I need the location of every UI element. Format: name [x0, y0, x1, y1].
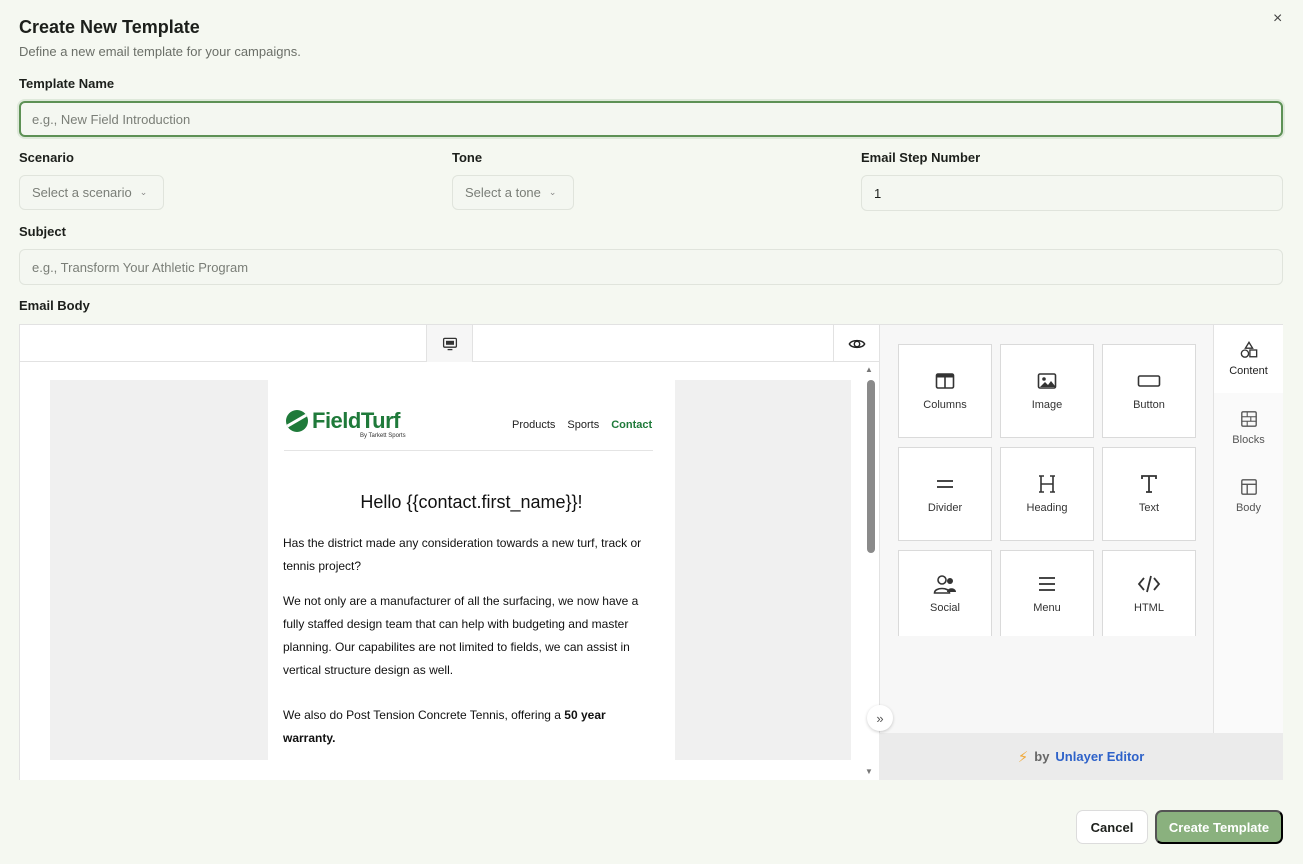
scenario-label: Scenario: [19, 150, 74, 165]
tool-text[interactable]: Text: [1102, 447, 1196, 541]
tone-label: Tone: [452, 150, 483, 165]
canvas-gutter-right: [675, 380, 851, 760]
tool-label: Columns: [923, 399, 967, 411]
blocks-icon: [1240, 411, 1257, 427]
tool-label: Social: [930, 601, 960, 614]
image-icon: [1037, 373, 1057, 389]
tools-panel: Columns Image Button Divider Heading Tex…: [879, 325, 1213, 733]
email-body-label: Email Body: [19, 298, 90, 313]
scroll-up-arrow-icon[interactable]: ▲: [865, 365, 873, 374]
email-step-label: Email Step Number: [861, 150, 981, 165]
create-template-button[interactable]: Create Template: [1155, 810, 1283, 844]
tool-image[interactable]: Image: [1000, 344, 1094, 438]
logo-subtext: By Tarkett Sports: [360, 433, 406, 439]
monitor-icon: [442, 337, 457, 350]
scroll-down-arrow-icon[interactable]: ▼: [865, 767, 873, 776]
powered-by-text: by: [1034, 749, 1050, 764]
tab-content[interactable]: Content: [1214, 325, 1283, 393]
tab-label: Body: [1235, 502, 1262, 514]
tab-label: Blocks: [1232, 434, 1265, 446]
chevron-down-icon: ⌄: [139, 187, 148, 197]
email-nav-contact[interactable]: Contact: [611, 419, 652, 431]
create-template-dialog: × Create New Template Define a new email…: [0, 0, 1303, 864]
tool-label: Heading: [1026, 502, 1068, 514]
tool-label: Menu: [1033, 601, 1061, 614]
scrollbar-thumb[interactable]: [867, 380, 875, 553]
tone-value: Select a tone: [465, 185, 541, 200]
lightning-icon: ⚡: [1017, 748, 1029, 766]
powered-by-bar: ⚡ by Unlayer Editor: [879, 733, 1283, 780]
template-name-label: Template Name: [19, 76, 115, 91]
tool-menu[interactable]: Menu: [1000, 550, 1094, 636]
tool-divider[interactable]: Divider: [898, 447, 992, 541]
fieldturf-logo: FieldTurf: [286, 408, 400, 434]
email-paragraph-2: We not only are a manufacturer of all th…: [283, 594, 639, 677]
tone-select[interactable]: Select a tone ⌄: [452, 175, 574, 210]
tool-heading[interactable]: Heading: [1000, 447, 1094, 541]
tool-label: HTML: [1134, 601, 1164, 614]
template-name-input[interactable]: e.g., New Field Introduction: [19, 101, 1283, 137]
email-content[interactable]: FieldTurf By Tarkett Sports Products Spo…: [268, 380, 675, 780]
tab-body[interactable]: Body: [1214, 462, 1283, 530]
scenario-select[interactable]: Select a scenario ⌄: [19, 175, 164, 210]
email-paragraph-3-text: We also do Post Tension Concrete Tennis,…: [283, 708, 565, 722]
logo-text: FieldTurf: [312, 408, 400, 433]
menu-icon: [1039, 576, 1055, 591]
heading-icon: [1039, 475, 1055, 493]
preview-button[interactable]: [833, 325, 879, 362]
email-paragraph-1: Has the district made any consideration …: [283, 536, 642, 573]
desktop-view-button[interactable]: [426, 325, 473, 362]
email-editor: FieldTurf By Tarkett Sports Products Spo…: [19, 324, 1283, 780]
social-icon: [933, 574, 956, 594]
tool-label: Divider: [927, 502, 963, 514]
chevron-down-icon: ⌄: [548, 187, 557, 197]
button-icon: [1137, 375, 1161, 387]
tab-blocks[interactable]: Blocks: [1214, 394, 1283, 462]
tool-label: Button: [1133, 399, 1165, 411]
body-layout-icon: [1240, 479, 1257, 495]
subject-label: Subject: [19, 224, 66, 239]
shapes-icon: [1240, 341, 1257, 358]
close-icon[interactable]: ×: [1273, 10, 1282, 28]
tool-html[interactable]: HTML: [1102, 550, 1196, 636]
email-nav-sports[interactable]: Sports: [567, 419, 599, 431]
collapse-panel-button[interactable]: »: [867, 705, 893, 731]
fieldturf-mark-icon: [286, 410, 308, 432]
double-chevron-right-icon: »: [876, 710, 884, 726]
tab-label: Content: [1229, 365, 1268, 377]
tool-label: Text: [1138, 502, 1160, 514]
email-paragraph-3: We also do Post Tension Concrete Tennis,…: [283, 704, 653, 750]
eye-icon: [848, 339, 865, 348]
email-divider: [284, 450, 653, 451]
email-nav: Products Sports Contact: [512, 419, 652, 431]
dialog-subtitle: Define a new email template for your cam…: [19, 44, 301, 59]
text-icon: [1141, 475, 1157, 493]
unlayer-link[interactable]: Unlayer Editor: [1055, 749, 1144, 764]
columns-icon: [935, 373, 955, 389]
editor-canvas[interactable]: FieldTurf By Tarkett Sports Products Spo…: [20, 362, 879, 780]
email-nav-products[interactable]: Products: [512, 419, 555, 431]
email-greeting: Hello {{contact.first_name}}!: [360, 492, 583, 512]
email-step-input[interactable]: 1: [861, 175, 1283, 211]
canvas-gutter-left: [50, 380, 268, 760]
tool-social[interactable]: Social: [898, 550, 992, 636]
tool-button[interactable]: Button: [1102, 344, 1196, 438]
scenario-value: Select a scenario: [32, 185, 132, 200]
html-icon: [1137, 575, 1161, 592]
subject-input[interactable]: e.g., Transform Your Athletic Program: [19, 249, 1283, 285]
editor-toolbar: [20, 325, 879, 362]
cancel-button[interactable]: Cancel: [1076, 810, 1148, 844]
divider-icon: [937, 480, 953, 488]
tool-columns[interactable]: Columns: [898, 344, 992, 438]
tool-label: Image: [1031, 399, 1063, 411]
dialog-title: Create New Template: [19, 17, 200, 37]
editor-tab-rail: Content Blocks Body: [1213, 325, 1283, 733]
